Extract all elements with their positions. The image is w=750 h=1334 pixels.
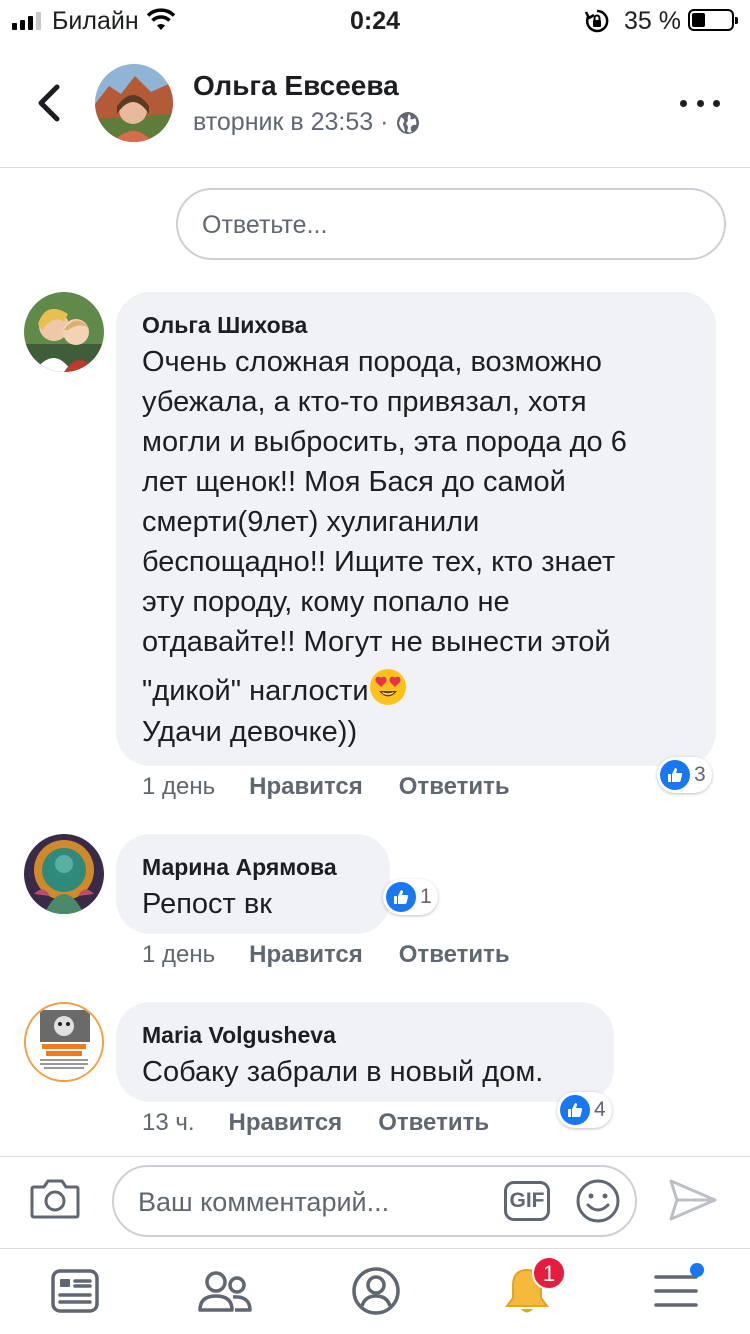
comment-line: Очень сложная порода, возможно [142,346,602,378]
menu-icon [654,1275,698,1307]
chevron-left-icon [38,84,60,122]
comment-time[interactable]: 1 день [142,941,215,969]
comment-actions: 1 день Нравится Ответить [142,773,510,801]
timestamp-text: вторник в 23:53 · [193,108,389,136]
comment-input-placeholder: Ваш комментарий... [138,1187,390,1217]
orientation-lock-icon [584,8,610,41]
comment-actions: 1 день Нравится Ответить [142,941,510,969]
comment-time[interactable]: 13 ч. [142,1109,195,1137]
comment-line: беспощадно!! Ищите тех, кто знает [142,546,616,578]
profile-icon [352,1267,400,1315]
heart-eyes-emoji-icon [369,669,406,705]
send-icon[interactable] [668,1177,718,1228]
commenter-avatar[interactable] [24,292,104,372]
comment-author[interactable]: Maria Volgusheva [142,1022,336,1049]
comment-actions: 13 ч. Нравится Ответить [142,1109,489,1137]
author-name[interactable]: Ольга Евсеева [193,70,399,102]
more-options-button[interactable] [680,88,720,118]
tab-news-feed[interactable] [45,1263,105,1319]
notifications-badge: 1 [532,1256,566,1290]
like-link[interactable]: Нравится [249,941,363,969]
comment-line: лет щенок!! Моя Бася до самой [142,466,566,498]
comment-text: Собаку забрали в новый дом. [142,1052,543,1092]
comment-line: Удачи девочке)) [142,716,358,748]
like-icon [560,1095,590,1125]
reply-input[interactable]: Ответьте... [176,188,726,260]
post-header: Ольга Евсеева вторник в 23:53 · [0,48,750,168]
commenter-avatar[interactable] [24,834,104,914]
reaction-number: 1 [420,885,432,908]
comment-line: смерти(9лет) хулиганили [142,506,480,538]
commenter-avatar[interactable] [24,1002,104,1082]
reaction-count[interactable]: 1 [383,879,438,915]
reply-link[interactable]: Ответить [399,941,510,969]
like-link[interactable]: Нравится [229,1109,343,1137]
comment-line: эту породу, кому попало не [142,586,510,618]
reaction-number: 3 [694,763,706,786]
comment-bubble[interactable]: Ольга Шихова Очень сложная порода, возмо… [116,292,716,766]
comment-author[interactable]: Марина Арямова [142,854,337,881]
reaction-count[interactable]: 4 [557,1092,612,1128]
globe-icon [397,111,420,134]
gif-icon[interactable]: GIF [504,1181,550,1221]
comment-line: "дикой" наглости [142,675,369,707]
like-link[interactable]: Нравится [249,773,363,801]
camera-icon[interactable] [30,1177,80,1224]
reply-link[interactable]: Ответить [378,1109,489,1137]
back-button[interactable] [28,78,68,128]
like-icon [660,760,690,790]
menu-indicator-dot [690,1263,704,1277]
news-feed-icon [51,1269,99,1313]
comment-line-with-emoji: "дикой" наглости [142,668,627,712]
tab-bar: 1 [0,1248,750,1334]
comment-bubble[interactable]: Maria Volgusheva Собаку забрали в новый … [116,1002,614,1102]
reaction-number: 4 [594,1098,606,1121]
emoji-icon[interactable] [574,1177,622,1230]
comment-line: Собаку забрали в новый дом. [142,1056,544,1088]
reply-link[interactable]: Ответить [399,773,510,801]
tab-friends[interactable] [195,1263,255,1319]
comment-line: отдавайте!! Могут не вынести этой [142,626,611,658]
reaction-count[interactable]: 3 [657,757,712,793]
comment-line: Репост вк [142,888,272,920]
friends-icon [198,1271,252,1312]
tab-profile[interactable] [346,1263,406,1319]
battery-icon [688,9,738,31]
comment-input[interactable]: Ваш комментарий... GIF [112,1165,637,1237]
reply-placeholder: Ответьте... [202,211,328,239]
comment-author[interactable]: Ольга Шихова [142,312,307,339]
like-icon [386,882,416,912]
comment-text: Репост вк [142,884,272,924]
comment-line: убежала, а кто-то привязал, хотя [142,386,587,418]
comment-time[interactable]: 1 день [142,773,215,801]
comment-text: Очень сложная порода, возможно убежала, … [142,342,627,752]
post-timestamp: вторник в 23:53 · [193,108,420,137]
status-bar: Билайн 0:24 35 % [0,0,750,40]
comment-line: могли и выбросить, эта порода до 6 [142,426,627,458]
battery-percent: 35 % [624,7,681,35]
comment-bubble[interactable]: Марина Арямова Репост вк [116,834,390,934]
author-avatar[interactable] [95,64,173,142]
comment-composer: Ваш комментарий... GIF [0,1156,750,1248]
